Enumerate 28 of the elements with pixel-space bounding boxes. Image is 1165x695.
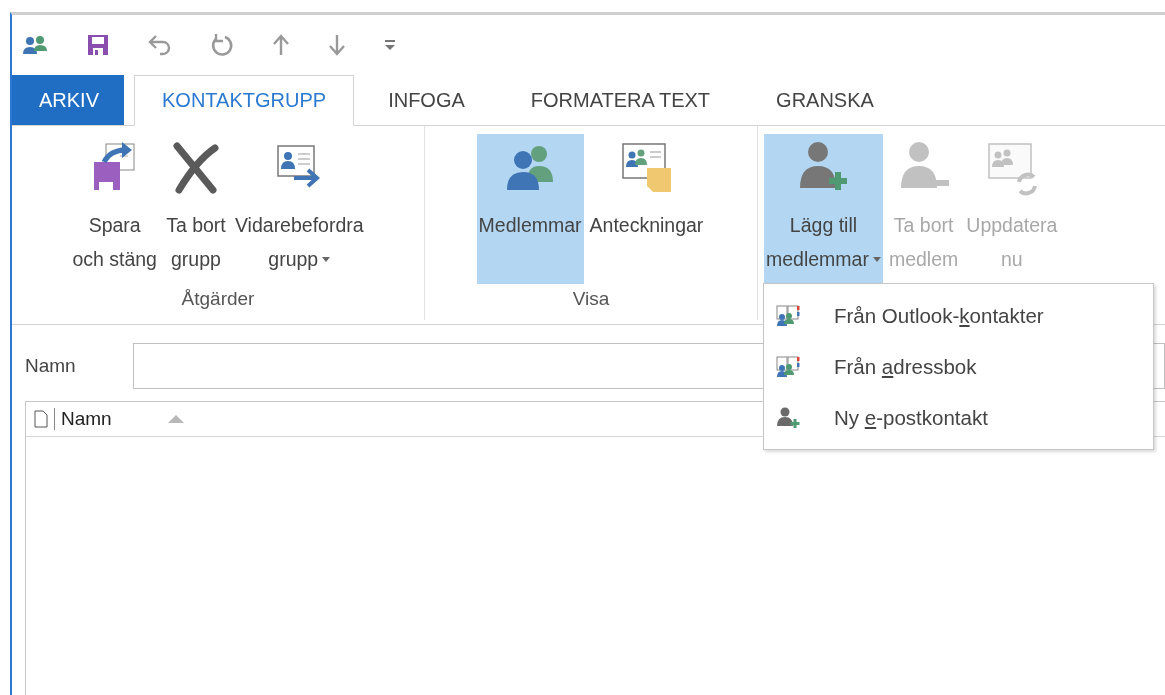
ribbon-button[interactable]: Medlemmar	[476, 134, 584, 284]
customize-menu-icon[interactable]	[384, 39, 396, 51]
ribbon-button[interactable]: Anteckningar	[587, 134, 706, 284]
group-label: Visa	[572, 288, 610, 310]
ribbon-tab[interactable]: KONTAKTGRUPP	[134, 75, 355, 126]
ribbon-button[interactable]: Lägg till medlemmar	[764, 134, 883, 284]
field-label: Namn	[25, 355, 77, 377]
document-icon	[34, 410, 48, 428]
ribbon-button[interactable]: Spara och stäng	[70, 134, 159, 284]
ribbon-tab[interactable]: FORMATERA TEXT	[498, 75, 743, 125]
address-book-icon	[776, 304, 800, 327]
address-book-icon	[776, 355, 800, 378]
ribbon-tab[interactable]: INFOGA	[356, 75, 497, 125]
column-title: Namn	[61, 408, 112, 430]
undo-icon[interactable]	[148, 34, 172, 56]
ribbon-button[interactable]: Vidarebefordra grupp	[232, 134, 366, 284]
menu-item[interactable]: Från adressbok	[764, 341, 1153, 392]
people-icon[interactable]	[22, 35, 48, 55]
up-arrow-icon[interactable]	[272, 34, 290, 56]
ribbon-tab[interactable]: GRANSKA	[744, 75, 906, 125]
ribbon-tab[interactable]: ARKIV	[12, 75, 125, 125]
save-icon[interactable]	[86, 33, 110, 57]
group-label: Åtgärder	[181, 288, 255, 310]
redo-icon[interactable]	[210, 33, 234, 57]
menu-item[interactable]: Från Outlook-kontakter	[764, 290, 1153, 341]
down-arrow-icon[interactable]	[328, 34, 346, 56]
ribbon-button[interactable]: Ta bort grupp	[162, 134, 229, 284]
person-plus-icon	[776, 406, 800, 429]
